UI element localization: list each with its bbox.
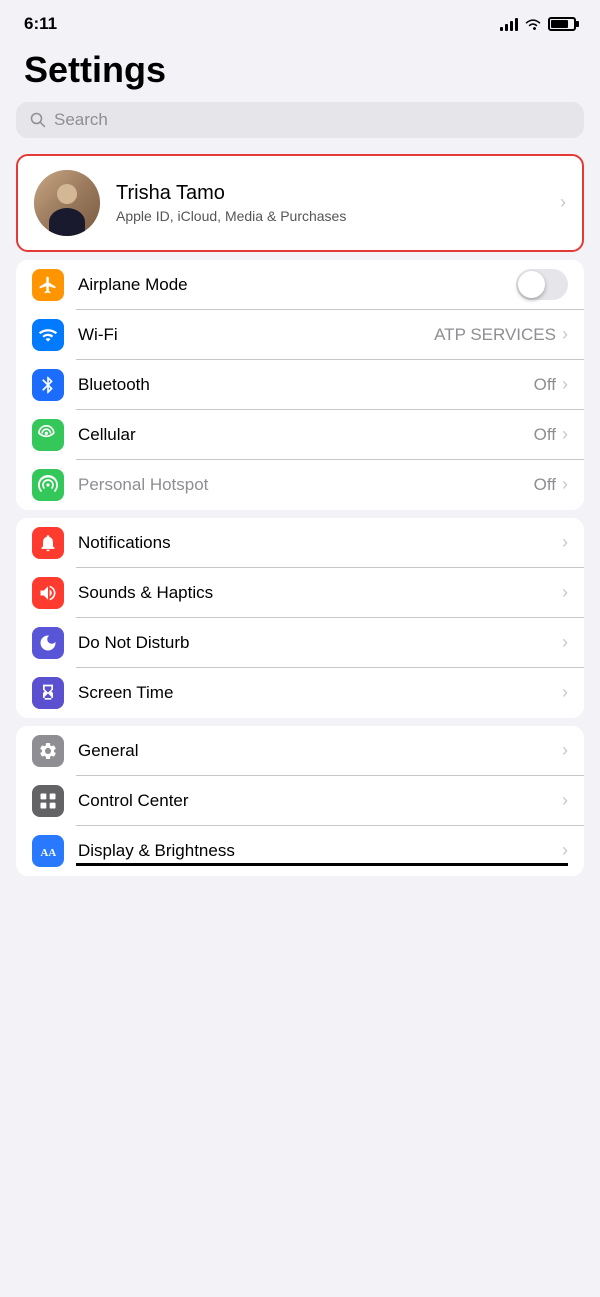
wifi-icon xyxy=(32,319,64,351)
do-not-disturb-chevron-icon: › xyxy=(562,632,568,653)
personal-hotspot-label: Personal Hotspot xyxy=(78,475,534,495)
airplane-mode-row[interactable]: Airplane Mode xyxy=(16,260,584,310)
sounds-icon xyxy=(32,577,64,609)
screen-time-chevron-icon: › xyxy=(562,682,568,703)
system-section: General › Control Center › AA Display & … xyxy=(16,726,584,876)
display-brightness-icon: AA xyxy=(32,835,64,867)
screen-time-row[interactable]: Screen Time › xyxy=(16,668,584,718)
status-icons xyxy=(500,17,576,31)
sounds-haptics-label: Sounds & Haptics xyxy=(78,583,562,603)
search-bar[interactable]: Search xyxy=(16,102,584,138)
status-time: 6:11 xyxy=(24,14,57,34)
general-chevron-icon: › xyxy=(562,740,568,761)
bluetooth-label: Bluetooth xyxy=(78,375,534,395)
notifications-row[interactable]: Notifications › xyxy=(16,518,584,568)
bluetooth-chevron-icon: › xyxy=(562,374,568,395)
airplane-mode-icon xyxy=(32,269,64,301)
search-container: Search xyxy=(0,102,600,154)
airplane-mode-toggle[interactable] xyxy=(516,269,568,300)
profile-subtitle: Apple ID, iCloud, Media & Purchases xyxy=(116,208,544,224)
cellular-row[interactable]: Cellular Off › xyxy=(16,410,584,460)
sounds-haptics-chevron-icon: › xyxy=(562,582,568,603)
page-header: Settings xyxy=(0,42,600,102)
notifications-icon xyxy=(32,527,64,559)
bluetooth-icon xyxy=(32,369,64,401)
status-bar: 6:11 xyxy=(0,0,600,42)
cellular-icon xyxy=(32,419,64,451)
display-brightness-row[interactable]: AA Display & Brightness › xyxy=(16,826,584,876)
profile-info: Trisha Tamo Apple ID, iCloud, Media & Pu… xyxy=(116,182,544,224)
cellular-label: Cellular xyxy=(78,425,534,445)
sounds-haptics-row[interactable]: Sounds & Haptics › xyxy=(16,568,584,618)
signal-bars-icon xyxy=(500,17,518,31)
wifi-value: ATP SERVICES xyxy=(434,325,556,345)
display-brightness-chevron-icon: › xyxy=(562,840,568,861)
airplane-mode-label: Airplane Mode xyxy=(78,275,516,295)
profile-section[interactable]: Trisha Tamo Apple ID, iCloud, Media & Pu… xyxy=(16,154,584,252)
notifications-label: Notifications xyxy=(78,533,562,553)
control-center-row[interactable]: Control Center › xyxy=(16,776,584,826)
general-label: General xyxy=(78,741,562,761)
profile-chevron-icon: › xyxy=(560,192,566,213)
gear-icon xyxy=(32,735,64,767)
wifi-status-icon xyxy=(524,17,542,31)
do-not-disturb-row[interactable]: Do Not Disturb › xyxy=(16,618,584,668)
do-not-disturb-label: Do Not Disturb xyxy=(78,633,562,653)
page-title: Settings xyxy=(24,50,576,90)
screen-time-label: Screen Time xyxy=(78,683,562,703)
wifi-row[interactable]: Wi-Fi ATP SERVICES › xyxy=(16,310,584,360)
bluetooth-value: Off xyxy=(534,375,556,395)
bluetooth-row[interactable]: Bluetooth Off › xyxy=(16,360,584,410)
svg-text:AA: AA xyxy=(41,847,57,859)
wifi-chevron-icon: › xyxy=(562,324,568,345)
control-center-icon xyxy=(32,785,64,817)
notifications-chevron-icon: › xyxy=(562,532,568,553)
notifications-section: Notifications › Sounds & Haptics › Do No… xyxy=(16,518,584,718)
personal-hotspot-chevron-icon: › xyxy=(562,474,568,495)
wifi-label: Wi-Fi xyxy=(78,325,434,345)
personal-hotspot-row[interactable]: Personal Hotspot Off › xyxy=(16,460,584,510)
moon-icon xyxy=(32,627,64,659)
search-icon xyxy=(30,112,46,128)
hotspot-icon xyxy=(32,469,64,501)
profile-name: Trisha Tamo xyxy=(116,182,544,205)
control-center-chevron-icon: › xyxy=(562,790,568,811)
battery-icon xyxy=(548,17,576,31)
connectivity-section: Airplane Mode Wi-Fi ATP SERVICES › Bluet… xyxy=(16,260,584,510)
control-center-label: Control Center xyxy=(78,791,562,811)
display-brightness-label: Display & Brightness xyxy=(78,841,562,861)
cellular-chevron-icon: › xyxy=(562,424,568,445)
avatar xyxy=(34,170,100,236)
personal-hotspot-value: Off xyxy=(534,475,556,495)
search-placeholder: Search xyxy=(54,110,108,130)
general-row[interactable]: General › xyxy=(16,726,584,776)
cellular-value: Off xyxy=(534,425,556,445)
hourglass-icon xyxy=(32,677,64,709)
